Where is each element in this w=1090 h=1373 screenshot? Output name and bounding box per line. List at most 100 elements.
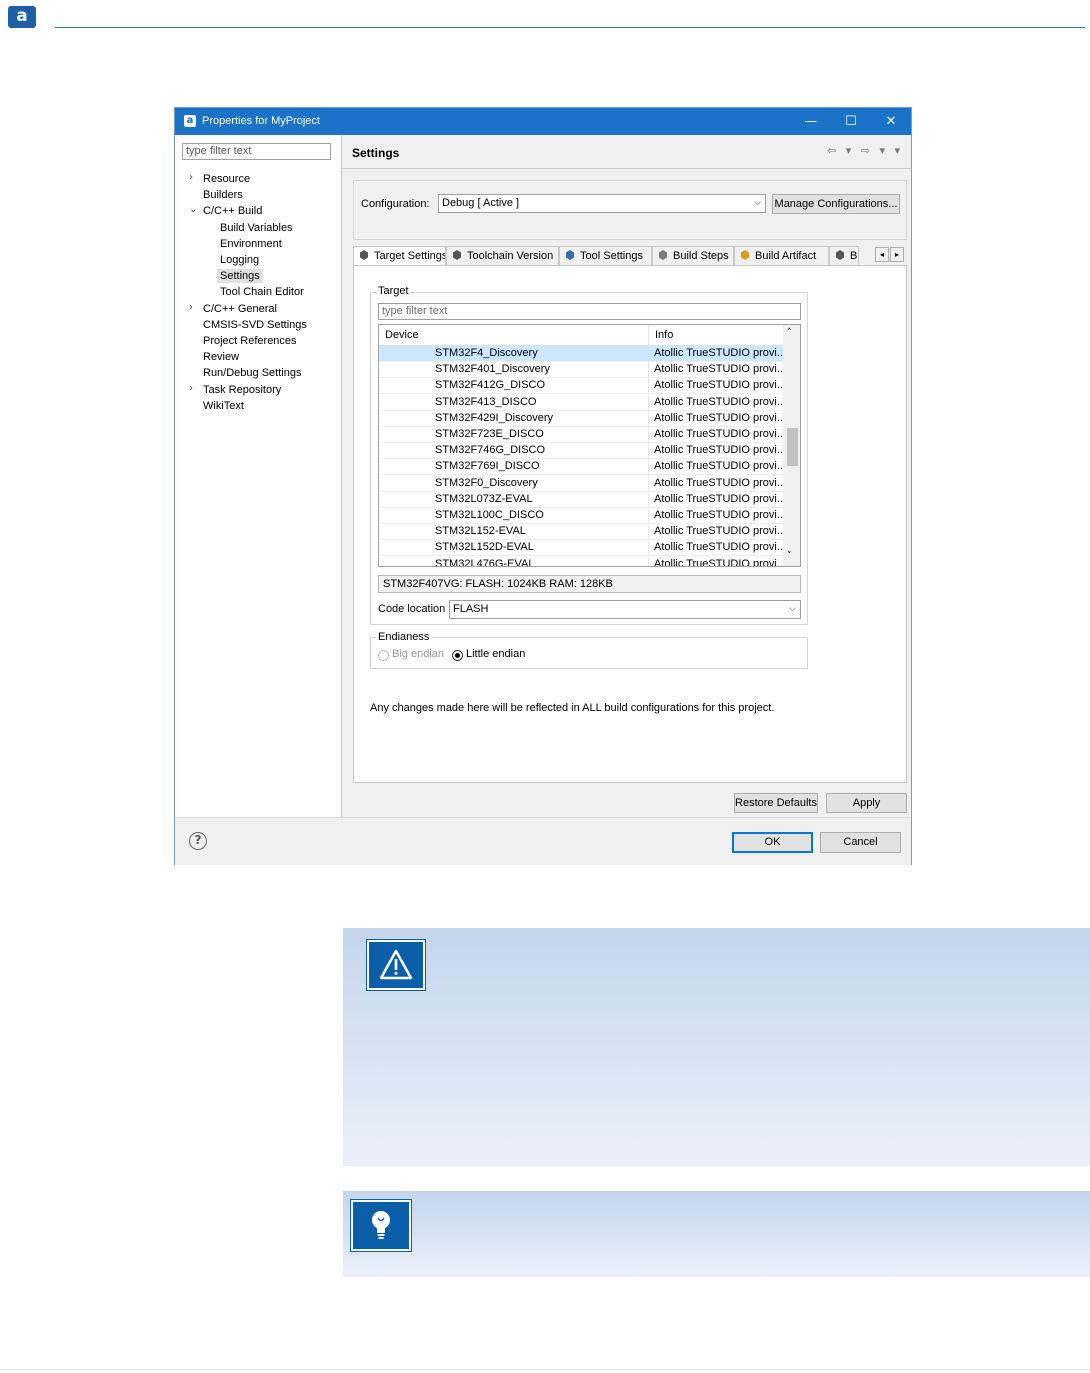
table-row[interactable]: STM32F746G_DISCO Atollic TrueSTUDIO provi… (379, 443, 783, 460)
minimize-button[interactable]: — (791, 108, 831, 135)
expand-chevron-right-icon[interactable]: › (189, 302, 193, 313)
expand-chevron-right-icon[interactable]: › (189, 172, 193, 183)
lightbulb-icon (350, 1199, 412, 1252)
expand-chevron-down-icon[interactable]: ⌄ (189, 204, 197, 215)
close-button[interactable]: ✕ (871, 108, 911, 135)
dialog-title: Properties for MyProject (202, 115, 320, 127)
app-icon: a (184, 115, 196, 127)
scrollbar-thumb[interactable] (787, 428, 798, 466)
big-endian-label: Big endian (392, 648, 444, 660)
table-row[interactable]: STM32L476G-EVAL Atollic TrueSTUDIO provi.… (379, 557, 783, 567)
device-cell: STM32F401_Discovery (435, 363, 550, 376)
restore-defaults-button[interactable]: Restore Defaults (734, 793, 818, 813)
device-summary: STM32F407VG: FLASH: 1024KB RAM: 128KB (378, 575, 801, 593)
settings-header: Settings ⇦ ▾ ⇨ ▾ ▾ (342, 135, 911, 169)
ok-button[interactable]: OK (732, 832, 813, 853)
tree-item[interactable]: Task Repository (203, 383, 281, 397)
configuration-select[interactable]: Debug [ Active ] ⌵ (438, 194, 766, 213)
dialog-footer: ? OK Cancel (175, 817, 911, 865)
manage-configurations-button[interactable]: Manage Configurations... (772, 194, 900, 214)
table-row[interactable]: STM32L152-EVAL Atollic TrueSTUDIO provi..… (379, 524, 783, 541)
warning-icon (366, 939, 426, 991)
table-row[interactable]: STM32F401_Discovery Atollic TrueSTUDIO pr… (379, 362, 783, 379)
target-settings-panel: Target type filter text Device Info STM3… (353, 265, 907, 783)
tree-item[interactable]: Project References (203, 334, 297, 348)
expand-chevron-right-icon[interactable]: › (189, 383, 193, 394)
device-cell: STM32F746G_DISCO (435, 444, 546, 457)
tree-item[interactable]: Resource (203, 172, 250, 186)
gear-icon (451, 249, 463, 261)
warning-note (343, 928, 1090, 1166)
little-endian-radio[interactable] (452, 650, 463, 661)
device-table[interactable]: Device Info STM32F4_Discovery Atollic Tru… (378, 324, 801, 567)
help-icon[interactable]: ? (189, 832, 207, 850)
tree-filter-input[interactable]: type filter text (182, 143, 331, 160)
header-rule (55, 27, 1085, 28)
tree-item[interactable]: Run/Debug Settings (203, 366, 301, 380)
info-cell: Atollic TrueSTUDIO provi... (654, 476, 782, 489)
tree-item[interactable]: CMSIS-SVD Settings (203, 318, 307, 332)
table-row[interactable]: STM32L152D-EVAL Atollic TrueSTUDIO provi.… (379, 540, 783, 557)
tab-toolchain-version[interactable]: Toolchain Version (446, 246, 559, 265)
table-row[interactable]: STM32F769I_DISCO Atollic TrueSTUDIO provi… (379, 459, 783, 476)
tree-item[interactable]: Environment (220, 237, 282, 251)
tree-item[interactable]: Settings (217, 269, 263, 284)
tree-item[interactable]: Logging (220, 253, 259, 267)
table-row[interactable]: STM32L100C_DISCO Atollic TrueSTUDIO provi… (379, 508, 783, 524)
tab-label: Tool Settings (580, 250, 643, 262)
tab-bir[interactable]: Bir (829, 246, 859, 265)
table-row[interactable]: STM32F413_DISCO Atollic TrueSTUDIO provi.… (379, 395, 783, 411)
history-nav-arrows-icon[interactable]: ⇦ ▾ ⇨ ▾ ▾ (827, 144, 903, 157)
scroll-up-icon[interactable]: ˄ (787, 328, 792, 338)
tree-item[interactable]: C/C++ Build (203, 204, 262, 218)
info-cell: Atollic TrueSTUDIO provi... (654, 379, 782, 392)
tab-scroll-left-icon[interactable]: ◂ (875, 247, 889, 262)
tree-item[interactable]: Build Variables (220, 221, 293, 235)
configuration-value: Debug [ Active ] (442, 197, 520, 209)
tab-build-steps[interactable]: Build Steps (652, 246, 734, 265)
column-header-info[interactable]: Info (649, 325, 783, 346)
gear-icon (358, 249, 370, 261)
tree-item[interactable]: Review (203, 350, 239, 364)
dialog-titlebar[interactable]: a Properties for MyProject — ☐ ✕ (175, 108, 911, 135)
big-endian-radio[interactable] (378, 650, 389, 661)
tab-scroll-right-icon[interactable]: ▸ (890, 247, 904, 262)
apply-button[interactable]: Apply (826, 793, 907, 813)
info-cell: Atollic TrueSTUDIO provi... (654, 557, 782, 567)
configuration-label: Configuration: (361, 198, 430, 210)
tree-item[interactable]: Tool Chain Editor (220, 285, 304, 299)
configuration-group: Configuration: Debug [ Active ] ⌵ Manage… (353, 180, 907, 240)
table-row[interactable]: STM32F723E_DISCO Atollic TrueSTUDIO provi… (379, 427, 783, 443)
cancel-button[interactable]: Cancel (820, 832, 901, 853)
info-cell: Atollic TrueSTUDIO provi... (654, 541, 782, 554)
code-location-select[interactable]: FLASH ⌵ (449, 600, 801, 619)
tree-item[interactable]: Builders (203, 188, 243, 202)
maximize-button[interactable]: ☐ (831, 108, 871, 135)
table-row[interactable]: STM32F0_Discovery Atollic TrueSTUDIO prov… (379, 476, 783, 492)
settings-pane: Settings ⇦ ▾ ⇨ ▾ ▾ Configuration: Debug … (342, 135, 911, 817)
device-cell: STM32F412G_DISCO (435, 379, 546, 392)
table-scrollbar[interactable]: ˄ ˅ (783, 325, 800, 566)
table-row[interactable]: STM32F429I_Discovery Atollic TrueSTUDIO p… (379, 411, 783, 427)
endianess-group-label: Endianess (376, 631, 432, 643)
chevron-down-icon: ⌵ (754, 198, 761, 208)
device-filter-input[interactable]: type filter text (378, 303, 801, 320)
info-cell: Atollic TrueSTUDIO provi... (654, 509, 782, 521)
info-cell: Atollic TrueSTUDIO provi... (654, 460, 782, 473)
tree-item[interactable]: WikiText (203, 399, 244, 413)
tab-tool-settings[interactable]: Tool Settings (559, 246, 652, 265)
column-header-device[interactable]: Device (379, 325, 649, 346)
property-tree-pane: type filter text › Resource Builders ⌄ C/C++… (175, 135, 342, 817)
tab-label: Build Artifact (755, 250, 817, 262)
tab-target-settings[interactable]: Target Settings (353, 246, 446, 266)
tab-build-artifact[interactable]: Build Artifact (734, 246, 829, 265)
device-cell: STM32L476G-EVAL (435, 557, 535, 567)
tree-item[interactable]: C/C++ General (203, 302, 277, 316)
build-config-note: Any changes made here will be reflected … (370, 702, 775, 714)
table-row[interactable]: STM32L073Z-EVAL Atollic TrueSTUDIO provi.… (379, 492, 783, 508)
info-cell: Atollic TrueSTUDIO provi... (654, 347, 782, 359)
table-row[interactable]: STM32F4_Discovery Atollic TrueSTUDIO prov… (379, 346, 783, 362)
table-row[interactable]: STM32F412G_DISCO Atollic TrueSTUDIO provi… (379, 378, 783, 395)
tab-label: Build Steps (673, 250, 729, 262)
scroll-down-icon[interactable]: ˅ (787, 551, 792, 561)
